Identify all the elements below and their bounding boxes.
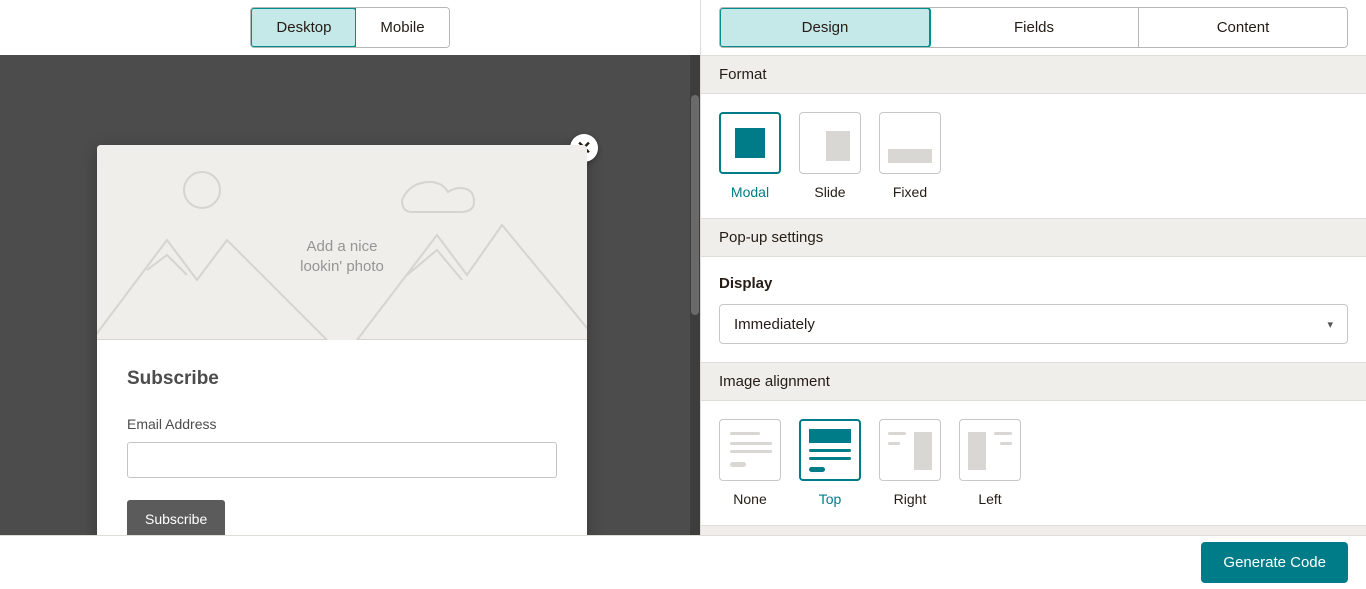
preview-area: ✕ Add a nice lookin' photo Subscribe <box>0 55 700 535</box>
device-toggle-bar: Desktop Mobile <box>0 0 700 55</box>
format-option-fixed[interactable]: Fixed <box>879 112 941 200</box>
popup-image-caption: Add a nice lookin' photo <box>97 237 587 278</box>
alignment-option-right[interactable]: Right <box>879 419 941 507</box>
modal-thumb-icon <box>735 128 765 158</box>
slide-thumb-icon <box>826 131 850 161</box>
panel-tab-content[interactable]: Content <box>1138 8 1347 47</box>
popup-email-label: Email Address <box>127 416 557 432</box>
alignment-option-right-label: Right <box>894 491 927 507</box>
display-label: Display <box>719 275 1348 292</box>
alignment-option-top-label: Top <box>819 491 842 507</box>
display-select-value: Immediately <box>734 316 815 333</box>
device-segmented-control: Desktop Mobile <box>250 7 449 48</box>
section-header-image-alignment: Image alignment <box>701 362 1366 401</box>
alignment-option-left-label: Left <box>978 491 1001 507</box>
format-option-slide[interactable]: Slide <box>799 112 861 200</box>
alignment-none-icon <box>719 419 781 481</box>
settings-panel[interactable]: Format Modal Slide Fixed <box>701 55 1366 535</box>
section-header-format: Format <box>701 55 1366 94</box>
panel-tab-design[interactable]: Design <box>719 7 931 48</box>
format-option-modal-label: Modal <box>731 184 769 200</box>
device-tab-desktop[interactable]: Desktop <box>250 7 357 48</box>
preview-scrollbar[interactable] <box>690 55 700 535</box>
panel-tab-fields[interactable]: Fields <box>930 8 1138 47</box>
popup-image-placeholder[interactable]: Add a nice lookin' photo <box>97 145 587 340</box>
chevron-down-icon: ▾ <box>1327 318 1333 331</box>
popup-subscribe-button[interactable]: Subscribe <box>127 500 225 535</box>
alignment-option-top[interactable]: Top <box>799 419 861 507</box>
alignment-option-none-label: None <box>733 491 766 507</box>
fixed-thumb-icon <box>888 149 932 163</box>
format-option-modal[interactable]: Modal <box>719 112 781 200</box>
format-option-slide-label: Slide <box>814 184 845 200</box>
alignment-option-left[interactable]: Left <box>959 419 1021 507</box>
alignment-right-icon <box>879 419 941 481</box>
panel-tabs-bar: Design Fields Content <box>701 0 1366 55</box>
alignment-top-icon <box>799 419 861 481</box>
section-header-popup-settings: Pop-up settings <box>701 218 1366 257</box>
popup-email-input[interactable] <box>127 442 557 478</box>
popup-title: Subscribe <box>127 368 557 390</box>
panel-tabs: Design Fields Content <box>719 7 1348 48</box>
generate-code-button[interactable]: Generate Code <box>1201 542 1348 583</box>
alignment-option-none[interactable]: None <box>719 419 781 507</box>
section-header-field-labels: Field labels <box>701 525 1366 535</box>
device-tab-mobile[interactable]: Mobile <box>356 8 448 47</box>
popup-preview: ✕ Add a nice lookin' photo Subscribe <box>97 145 587 535</box>
alignment-left-icon <box>959 419 1021 481</box>
footer-bar: Generate Code <box>0 535 1366 589</box>
format-option-fixed-label: Fixed <box>893 184 927 200</box>
display-select[interactable]: Immediately ▾ <box>719 304 1348 344</box>
